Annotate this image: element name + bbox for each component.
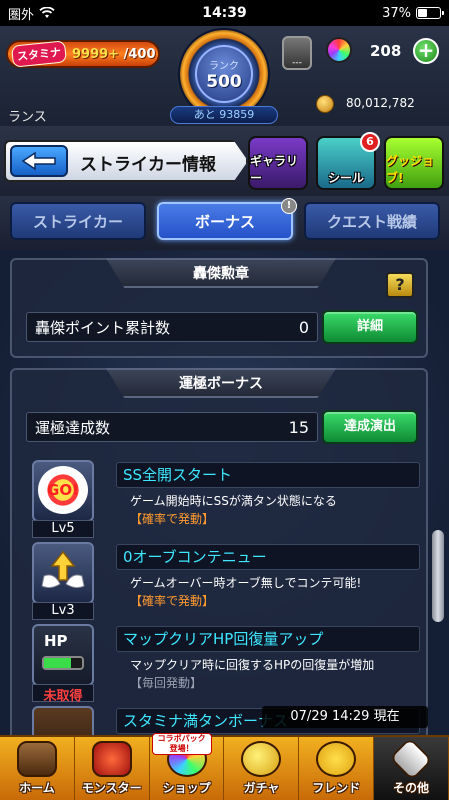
bonus-title: マップクリアHP回復量アップ	[116, 626, 420, 652]
rank-remaining: あと 93859	[170, 106, 278, 124]
collab-pack-badge: コラボパック 登場！	[151, 733, 212, 755]
help-button[interactable]: ?	[386, 272, 414, 298]
scrollbar[interactable]	[432, 530, 444, 622]
orb-count: 208	[370, 42, 402, 60]
stamina-current: 9999+	[72, 46, 120, 62]
gold-amount: 80,012,782	[346, 96, 415, 110]
add-orb-button[interactable]: +	[413, 38, 439, 64]
unkyoku-heading: 運極ボーナス	[106, 368, 336, 398]
timestamp: 07/29 14:29 現在	[262, 706, 428, 728]
good-job-label: グッジョブ!	[386, 154, 435, 185]
gacha-icon	[241, 741, 282, 777]
bonus-description: ゲーム開始時にSSが満タン状態になる	[130, 494, 337, 508]
unkyoku-count-label: 運極達成数	[35, 418, 111, 437]
title-bar: ストライカー情報 ギャラリー シール 6 グッジョブ!	[0, 126, 449, 196]
nav-gacha[interactable]: ガチャ	[224, 737, 300, 800]
stamina-icon	[32, 706, 94, 735]
bonus-condition: 【確率で発動】	[130, 512, 215, 526]
nav-shop[interactable]: コラボパック 登場！ ショップ	[150, 733, 225, 800]
back-button[interactable]	[10, 145, 68, 177]
tab-notification-icon: !	[281, 198, 297, 214]
nav-home[interactable]: ホーム	[0, 737, 75, 800]
bonus-item[interactable]: Lv3 0オーブコンテニュー ゲームオーバー時オーブ無しでコンテ可能! 【確率で…	[24, 540, 422, 626]
item-box-icon[interactable]: ---	[282, 36, 312, 70]
page-title: ストライカー情報	[80, 155, 216, 175]
bonus-description: ゲームオーバー時オーブ無しでコンテ可能!	[130, 576, 362, 590]
bonus-condition: 【毎回発動】	[130, 676, 203, 690]
goketsu-points-value: 0	[298, 317, 309, 337]
bottom-nav: ホーム モンスター コラボパック 登場！ ショップ ガチャ フレンド その他	[0, 733, 449, 800]
stamina-meter[interactable]: スタミナ 9999+ /400	[6, 40, 160, 68]
goketsu-points-label: 轟傑ポイント累計数	[35, 318, 171, 337]
tab-bar: ストライカー ボーナス ! クエスト戦績	[0, 196, 449, 250]
bonus-item[interactable]: GO! Lv5 SS全開スタート ゲーム開始時にSSが満タン状態になる 【確率で…	[24, 458, 422, 544]
item-box-label: ---	[292, 58, 302, 68]
bonus-level: Lv5	[32, 520, 94, 538]
nav-other[interactable]: その他	[374, 737, 449, 800]
rank-label: ランク	[209, 60, 239, 72]
rank-value: 500	[206, 71, 242, 92]
seal-label: シール	[327, 171, 364, 185]
goketsu-panel: 轟傑勲章 ? 轟傑ポイント累計数 0 詳細	[10, 258, 428, 358]
game-header: スタミナ 9999+ /400 ランク 500 あと 93859 --- 208…	[0, 26, 449, 126]
gold-coin-icon	[316, 95, 334, 113]
bonus-title: 0オーブコンテニュー	[116, 544, 420, 570]
battery-icon	[416, 7, 444, 19]
tab-bonus[interactable]: ボーナス !	[157, 198, 297, 240]
nav-monster[interactable]: モンスター	[75, 737, 150, 800]
orb-icon	[326, 37, 352, 63]
other-icon	[389, 737, 433, 781]
player-name: ランス	[8, 110, 47, 125]
battery-percent: 37%	[382, 5, 411, 21]
clock: 14:39	[202, 5, 247, 21]
gallery-button[interactable]: ギャラリー	[248, 136, 308, 190]
monster-icon	[91, 741, 132, 777]
tab-quest-record[interactable]: クエスト戦績	[304, 202, 440, 240]
goketsu-points-row: 轟傑ポイント累計数 0	[26, 312, 318, 342]
carrier-label: 圏外	[8, 7, 35, 23]
unkyoku-panel: 運極ボーナス 運極達成数 15 達成演出 GO! Lv5 SS全開スタート ゲー…	[10, 368, 428, 735]
bonus-title: SS全開スタート	[116, 462, 420, 488]
bonus-level: Lv3	[32, 602, 94, 620]
good-job-button[interactable]: グッジョブ!	[384, 136, 444, 190]
wifi-icon	[39, 7, 55, 18]
bonus-content[interactable]: 轟傑勲章 ? 轟傑ポイント累計数 0 詳細 運極ボーナス 運極達成数 15 達成…	[0, 250, 449, 735]
details-button[interactable]: 詳細	[322, 310, 418, 344]
unkyoku-count-row: 運極達成数 15	[26, 412, 318, 442]
wing-arrow-icon	[32, 542, 94, 604]
status-bar: 圏外 14:39 37%	[0, 0, 449, 26]
home-icon	[16, 741, 57, 777]
bonus-item[interactable]: HP 未取得 マップクリアHP回復量アップ マップクリア時に回復するHPの回復量…	[24, 622, 422, 708]
stamina-label: スタミナ	[10, 40, 68, 68]
nav-friend[interactable]: フレンド	[299, 737, 375, 800]
achievement-show-button[interactable]: 達成演出	[322, 410, 418, 444]
bonus-condition: 【確率で発動】	[130, 594, 215, 608]
unkyoku-count-value: 15	[288, 417, 309, 437]
seal-notification-badge: 6	[360, 132, 380, 152]
back-arrow-icon	[21, 151, 56, 171]
bonus-description: マップクリア時に回復するHPの回復量が増加	[130, 658, 375, 672]
tab-striker[interactable]: ストライカー	[10, 202, 146, 240]
go-icon: GO!	[32, 460, 94, 522]
bonus-level: 未取得	[32, 684, 94, 704]
hp-icon: HP	[32, 624, 94, 686]
friend-icon	[316, 741, 357, 777]
gallery-label: ギャラリー	[250, 154, 299, 185]
stamina-max: /400	[123, 46, 156, 62]
goketsu-heading: 轟傑勲章	[106, 258, 336, 288]
